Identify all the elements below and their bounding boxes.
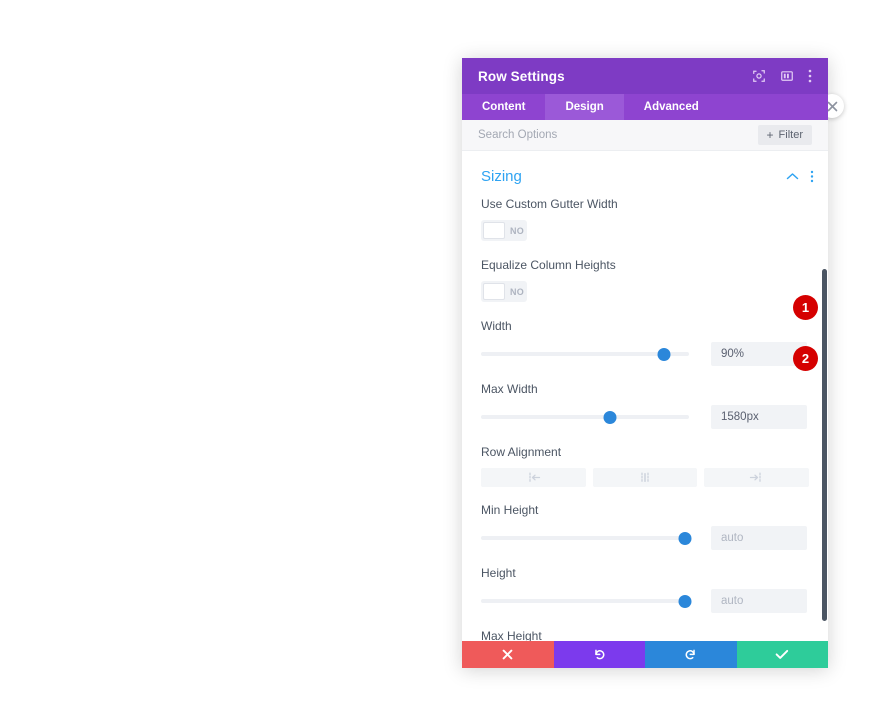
field-label: Height	[481, 566, 516, 580]
slider-track	[481, 599, 689, 603]
field-label: Row Alignment	[481, 445, 562, 459]
save-button[interactable]	[736, 641, 828, 668]
tab-design[interactable]: Design	[545, 94, 624, 120]
layout-columns-icon[interactable]	[780, 69, 794, 83]
annotation-badge-1: 1	[793, 295, 818, 320]
slider-track	[481, 536, 689, 540]
toggle-state-label: NO	[510, 225, 525, 236]
field-width: Width 90%	[462, 313, 828, 376]
filter-button[interactable]: + Filter	[757, 125, 812, 145]
panel-header: Row Settings	[462, 58, 828, 94]
slider-width[interactable]	[481, 345, 689, 363]
field-height: Height auto	[462, 560, 828, 623]
slider-max-width[interactable]	[481, 408, 689, 426]
toggle-state-label: NO	[510, 286, 525, 297]
slider-thumb[interactable]	[603, 410, 617, 424]
field-label: Equalize Column Heights	[481, 258, 616, 272]
redo-arrow-icon	[684, 648, 697, 661]
cancel-button[interactable]	[462, 641, 554, 668]
slider-height[interactable]	[481, 592, 692, 610]
field-custom-gutter-width: Use Custom Gutter Width NO	[462, 191, 828, 252]
field-label: Max Width	[481, 382, 538, 396]
tab-advanced[interactable]: Advanced	[624, 94, 719, 120]
section-title-sizing: Sizing	[481, 168, 522, 185]
align-right-icon	[748, 472, 766, 483]
field-max-height: Max Height none	[462, 623, 828, 641]
undo-button[interactable]	[553, 641, 645, 668]
panel-tab-bar: Content Design Advanced	[462, 94, 828, 120]
toggle-equalize-column-heights[interactable]: NO	[481, 281, 527, 302]
align-right-button[interactable]	[704, 468, 810, 487]
toggle-knob	[483, 283, 505, 300]
filter-button-label: Filter	[778, 129, 803, 141]
panel-footer	[462, 641, 828, 668]
field-label: Min Height	[481, 503, 539, 517]
align-left-button[interactable]	[481, 468, 586, 487]
slider-track	[481, 415, 689, 419]
annotation-badge-2: 2	[793, 346, 818, 371]
more-vertical-icon[interactable]	[808, 69, 812, 83]
toggle-custom-gutter-width[interactable]: NO	[481, 220, 527, 241]
search-row: + Filter	[462, 120, 828, 151]
toggle-knob	[483, 222, 505, 239]
slider-thumb[interactable]	[678, 531, 692, 545]
chevron-up-icon[interactable]	[786, 172, 799, 181]
section-controls	[786, 170, 814, 183]
min-height-value-input[interactable]: auto	[711, 526, 807, 550]
field-equalize-column-heights: Equalize Column Heights NO	[462, 252, 828, 313]
field-label: Use Custom Gutter Width	[481, 197, 618, 211]
undo-arrow-icon	[593, 648, 606, 661]
slider-min-height[interactable]	[481, 529, 692, 547]
panel-scrollbar-thumb[interactable]	[822, 269, 827, 621]
section-header-sizing: Sizing	[462, 151, 828, 191]
height-value-input[interactable]: auto	[711, 589, 807, 613]
search-input[interactable]	[478, 129, 758, 141]
close-x-icon	[502, 649, 513, 660]
align-center-icon	[636, 472, 654, 483]
panel-title: Row Settings	[478, 68, 565, 84]
check-icon	[775, 649, 789, 660]
panel-body: Sizing Use Custom Gutter Width NO Equali…	[462, 151, 828, 641]
field-label: Width	[481, 319, 512, 333]
slider-thumb[interactable]	[678, 594, 692, 608]
panel-scrollbar-track[interactable]	[821, 243, 828, 621]
field-label: Max Height	[481, 629, 542, 641]
panel-header-icons	[752, 69, 812, 83]
align-center-button[interactable]	[592, 468, 698, 487]
section-more-vertical-icon[interactable]	[810, 170, 814, 183]
row-settings-panel: Row Settings Content Design Advanced Sea…	[462, 58, 828, 668]
max-width-value-input[interactable]: 1580px	[711, 405, 807, 429]
focus-target-icon[interactable]	[752, 69, 766, 83]
slider-thumb[interactable]	[657, 347, 671, 361]
field-row-alignment: Row Alignment	[462, 439, 828, 497]
redo-button[interactable]	[645, 641, 737, 668]
field-min-height: Min Height auto	[462, 497, 828, 560]
align-left-icon	[524, 472, 542, 483]
tab-content[interactable]: Content	[462, 94, 545, 120]
plus-icon: +	[766, 128, 774, 142]
field-max-width: Max Width 1580px	[462, 376, 828, 439]
